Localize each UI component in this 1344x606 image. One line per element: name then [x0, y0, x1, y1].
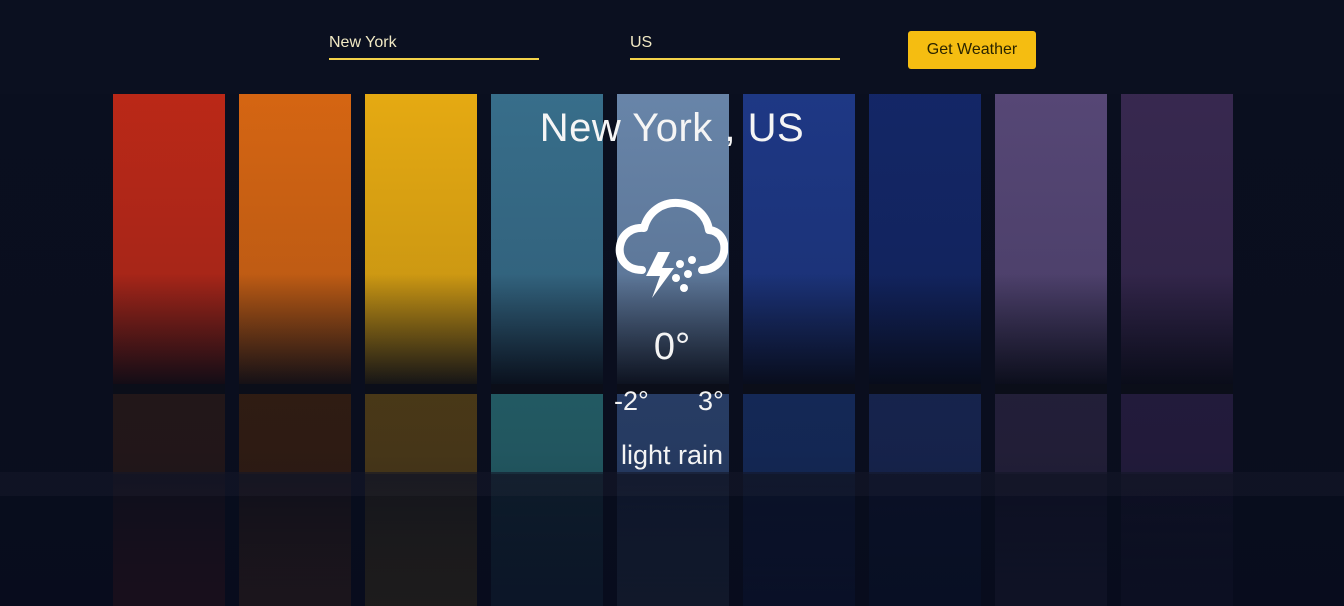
- weather-description: light rain: [620, 440, 724, 470]
- min-temperature: -2°: [614, 386, 649, 416]
- city-field: [329, 32, 539, 60]
- country-input[interactable]: [630, 32, 840, 54]
- get-weather-button[interactable]: Get Weather: [908, 31, 1036, 69]
- weather-form: Get Weather: [0, 0, 1344, 94]
- country-field: [630, 32, 840, 60]
- max-temperature: 3°: [698, 386, 724, 416]
- city-input[interactable]: [329, 32, 539, 54]
- thunderstorm-rain-icon: [615, 198, 728, 298]
- location-title: New York , US: [539, 106, 805, 150]
- weather-card: New York , US 0° -2° 3° light rain: [0, 94, 1344, 494]
- current-temperature: 0°: [653, 326, 691, 368]
- background-reflection-shade: [0, 496, 1344, 606]
